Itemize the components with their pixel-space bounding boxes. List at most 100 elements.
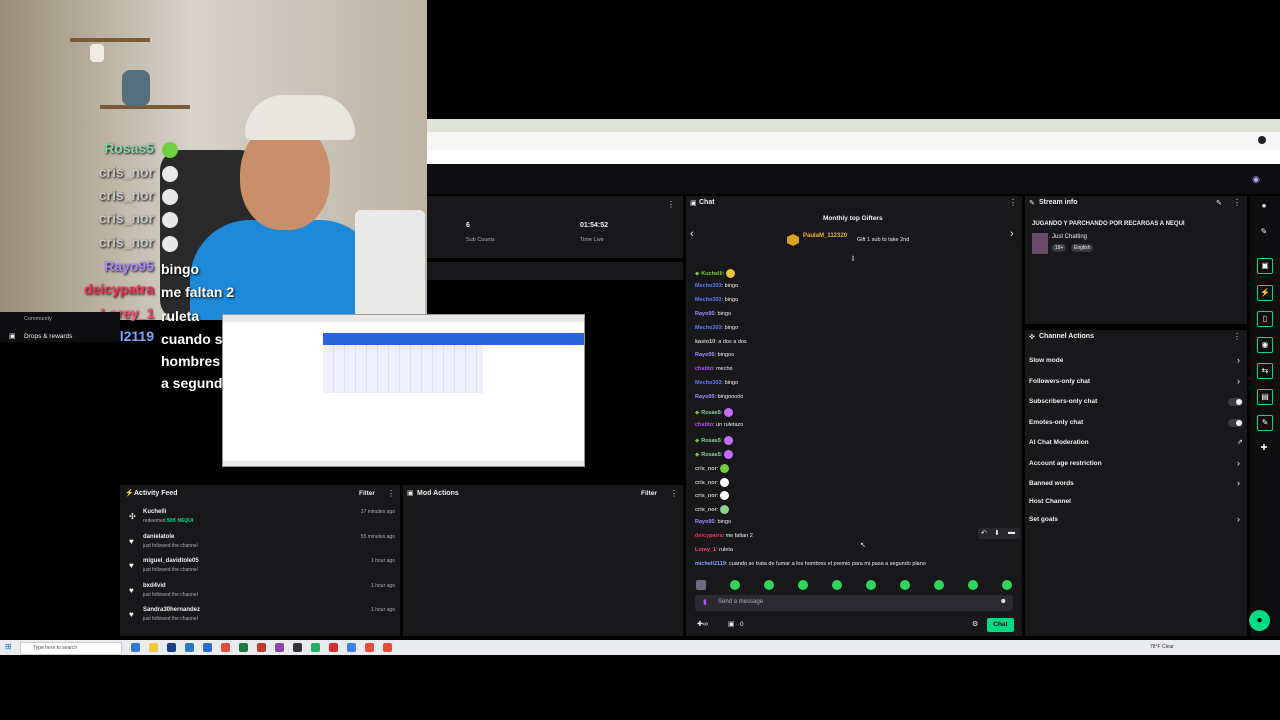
chat-message[interactable]: Mecho303: bingo bbox=[695, 380, 738, 386]
chat-username[interactable]: Rayo95 bbox=[695, 394, 715, 400]
tag[interactable]: English bbox=[1071, 244, 1094, 252]
chat-message[interactable]: chatito: mecho bbox=[695, 366, 733, 372]
chat-username[interactable]: deicypatra bbox=[695, 533, 723, 539]
reply-icon[interactable]: ↶ bbox=[981, 529, 987, 537]
emote-icon[interactable] bbox=[730, 580, 740, 590]
mail-icon[interactable] bbox=[203, 643, 212, 652]
emote-icon[interactable] bbox=[696, 580, 706, 590]
users-icon[interactable]: ✚∞ bbox=[697, 620, 708, 628]
chat-username[interactable]: Rayo95 bbox=[695, 311, 715, 317]
toggle-switch[interactable] bbox=[1228, 398, 1243, 406]
explorer-icon[interactable] bbox=[149, 643, 158, 652]
chevron-right-icon[interactable]: › bbox=[1237, 514, 1240, 524]
emote-icon[interactable] bbox=[900, 580, 910, 590]
chat-username[interactable]: kasio10 bbox=[695, 339, 715, 345]
obs-icon[interactable] bbox=[293, 643, 302, 652]
chat-message[interactable]: cris_nor: bbox=[695, 491, 729, 501]
emoji-icon[interactable]: ☻ bbox=[1000, 598, 1007, 605]
chrome-icon[interactable] bbox=[383, 643, 392, 652]
activity-username[interactable]: Kuchelli bbox=[143, 509, 166, 515]
quick-action-icon[interactable]: ● bbox=[1257, 199, 1271, 213]
emote-icon[interactable] bbox=[764, 580, 774, 590]
emote-icon[interactable] bbox=[798, 580, 808, 590]
channel-action-label[interactable]: Slow mode bbox=[1029, 357, 1063, 364]
activity-item[interactable]: ✣ Kuchelli redeemed 50K NEQUI 37 minutes ag… bbox=[125, 509, 395, 531]
mobile-icon[interactable]: ▯ bbox=[1257, 311, 1273, 327]
chat-username[interactable]: Kuchelli bbox=[701, 271, 722, 277]
start-icon[interactable]: ⊞ bbox=[5, 642, 12, 651]
add-action-icon[interactable]: ✚ bbox=[1257, 441, 1271, 455]
chat-username[interactable]: cris_nor bbox=[695, 493, 717, 499]
edit-icon[interactable]: ✎ bbox=[1216, 199, 1222, 207]
activity-username[interactable]: bxd4vid bbox=[143, 583, 166, 589]
chat-message[interactable]: ◆ Rosas5: bbox=[695, 408, 733, 417]
channel-action-label[interactable]: Emotes-only chat bbox=[1029, 419, 1083, 426]
chrome-icon[interactable] bbox=[221, 643, 230, 652]
channel-action-label[interactable]: Banned words bbox=[1029, 480, 1074, 487]
chat-username[interactable]: Rosas5 bbox=[701, 452, 721, 458]
chrome-icon[interactable] bbox=[365, 643, 374, 652]
chat-message[interactable]: cris_nor: bbox=[695, 463, 729, 473]
chat-message[interactable]: ◆ Rosas5: bbox=[695, 435, 733, 445]
activity-filter-button[interactable]: Filter bbox=[359, 490, 375, 497]
delete-icon[interactable]: ▬ bbox=[1008, 529, 1015, 536]
chat-input[interactable]: ▮ Send a message ☻ bbox=[695, 595, 1013, 611]
app-icon[interactable] bbox=[347, 643, 356, 652]
chat-username[interactable]: Rayo95 bbox=[695, 352, 715, 358]
prev-arrow-icon[interactable]: ‹ bbox=[690, 228, 694, 240]
chat-message[interactable]: Rayo95: bingo bbox=[695, 311, 731, 317]
channel-action-label[interactable]: Account age restriction bbox=[1029, 460, 1102, 467]
app-icon[interactable] bbox=[275, 643, 284, 652]
mic-icon[interactable]: ▮ bbox=[703, 598, 707, 606]
activity-username[interactable]: miguel_davidtole05 bbox=[143, 558, 199, 564]
chat-message[interactable]: ◆ Rosas5: bbox=[695, 449, 733, 459]
chat-username[interactable]: Lorey_1 bbox=[695, 547, 716, 553]
emote-icon[interactable] bbox=[1002, 580, 1012, 590]
gifter-name[interactable]: PaulaM_112320 bbox=[803, 233, 847, 239]
chat-message[interactable]: chatito: un ruletazo bbox=[695, 422, 743, 428]
edit-quick-icon[interactable]: ✎ bbox=[1257, 225, 1271, 239]
channel-action-label[interactable]: AI Chat Moderation bbox=[1029, 439, 1089, 446]
activity-item[interactable]: ♥ danielatole just followed the channel 55 … bbox=[125, 534, 395, 556]
channel-action-label[interactable]: Subscribers-only chat bbox=[1029, 398, 1097, 405]
profile-icon[interactable] bbox=[1258, 136, 1266, 144]
excel-icon[interactable] bbox=[239, 643, 248, 652]
chat-username[interactable]: cris_nor bbox=[695, 479, 717, 485]
chat-username[interactable]: chatito bbox=[695, 366, 713, 372]
mod-more-icon[interactable]: ⋮ bbox=[670, 489, 678, 498]
chat-username[interactable]: Rosas5 bbox=[701, 410, 721, 416]
raid-icon[interactable]: ⇆ bbox=[1257, 363, 1273, 379]
collapse-icon[interactable]: ⇩ bbox=[850, 255, 856, 263]
chat-message[interactable]: Mecho303: bingo bbox=[695, 325, 738, 331]
channel-action-label[interactable]: Followers-only chat bbox=[1029, 378, 1090, 385]
chat-send-button[interactable]: Chat bbox=[987, 618, 1014, 632]
emote-icon[interactable] bbox=[832, 580, 842, 590]
toggle-switch[interactable] bbox=[1228, 419, 1243, 427]
clip-icon[interactable]: ▣ bbox=[1257, 258, 1273, 274]
chat-message[interactable]: Mecho303: bingo bbox=[695, 297, 738, 303]
activity-username[interactable]: danielatole bbox=[143, 534, 174, 540]
chevron-right-icon[interactable]: › bbox=[1237, 355, 1240, 365]
activity-username[interactable]: Sandra30hernandez bbox=[143, 607, 200, 613]
mod-filter-button[interactable]: Filter bbox=[641, 490, 657, 497]
chat-message[interactable]: cris_nor: bbox=[695, 477, 729, 487]
more-icon[interactable]: ⋮ bbox=[667, 200, 675, 209]
external-link-icon[interactable]: ⇗ bbox=[1237, 438, 1243, 446]
chat-username[interactable]: michell2119 bbox=[695, 561, 726, 567]
settings-icon[interactable]: ⚙ bbox=[972, 620, 978, 628]
pin-icon[interactable]: ⬇ bbox=[994, 529, 1000, 537]
chat-username[interactable]: cris_nor bbox=[695, 466, 717, 472]
chat-username[interactable]: Rosas5 bbox=[701, 438, 721, 444]
chevron-right-icon[interactable]: › bbox=[1237, 478, 1240, 488]
app-icon[interactable] bbox=[185, 643, 194, 652]
chat-message[interactable]: ◆ Kuchelli: bbox=[695, 269, 735, 278]
chevron-right-icon[interactable]: › bbox=[1237, 376, 1240, 386]
app-icon[interactable] bbox=[311, 643, 320, 652]
chat-username[interactable]: Mecho303 bbox=[695, 283, 722, 289]
chat-username[interactable]: chatito bbox=[695, 422, 713, 428]
chat-message[interactable]: Lorey_1: ruleta bbox=[695, 547, 733, 553]
app-icon[interactable] bbox=[257, 643, 266, 652]
store-icon[interactable] bbox=[167, 643, 176, 652]
tools-icon[interactable]: ✎ bbox=[1257, 415, 1273, 431]
chat-username[interactable]: Mecho303 bbox=[695, 380, 722, 386]
